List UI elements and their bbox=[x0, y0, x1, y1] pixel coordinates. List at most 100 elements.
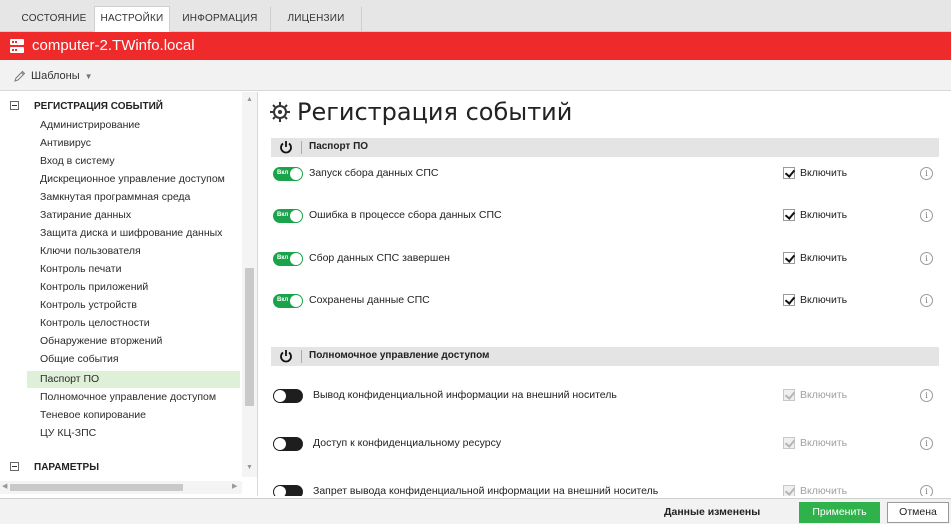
tree-item-device-control[interactable]: Контроль устройств bbox=[40, 299, 137, 311]
collapse-icon[interactable] bbox=[10, 462, 19, 471]
event-label: Запуск сбора данных СПС bbox=[309, 167, 439, 179]
event-label: Ошибка в процессе сбора данных СПС bbox=[309, 209, 502, 221]
tree-item-software-passport[interactable]: Паспорт ПО bbox=[27, 371, 240, 388]
tree-item-mandatory-access[interactable]: Полномочное управление доступом bbox=[40, 391, 216, 403]
scrollbar-thumb[interactable] bbox=[10, 484, 183, 491]
cancel-button[interactable]: Отмена bbox=[887, 502, 949, 523]
enable-checkbox[interactable] bbox=[783, 485, 795, 496]
apply-button[interactable]: Применить bbox=[799, 502, 880, 523]
tree-item-integrity-control[interactable]: Контроль целостности bbox=[40, 317, 150, 329]
event-row: Вкл Сбор данных СПС завершен Включить i bbox=[271, 249, 939, 269]
checkbox-label: Включить bbox=[800, 294, 848, 306]
enable-checkbox[interactable] bbox=[783, 167, 795, 179]
scroll-down-icon[interactable]: ▼ bbox=[246, 464, 253, 471]
info-icon[interactable]: i bbox=[920, 389, 933, 402]
navigation-tree: РЕГИСТРАЦИЯ СОБЫТИЙ Администрирование Ан… bbox=[0, 92, 258, 496]
event-row: Вкл Ошибка в процессе сбора данных СПС В… bbox=[271, 206, 939, 226]
host-name: computer-2.TWinfo.local bbox=[32, 37, 195, 54]
top-tab-bar: СОСТОЯНИЕ НАСТРОЙКИ ИНФОРМАЦИЯ ЛИЦЕНЗИИ bbox=[0, 0, 951, 32]
tree-item-disk-encryption[interactable]: Защита диска и шифрование данных bbox=[40, 227, 222, 239]
toolbar: Шаблоны ▼ bbox=[0, 60, 951, 91]
event-label: Доступ к конфиденциальному ресурсу bbox=[313, 437, 502, 449]
enable-checkbox[interactable] bbox=[783, 209, 795, 221]
tree-group-event-logging[interactable]: РЕГИСТРАЦИЯ СОБЫТИЙ bbox=[10, 100, 163, 112]
tree-item-discretionary-access[interactable]: Дискреционное управление доступом bbox=[40, 173, 225, 185]
tree-item-logon[interactable]: Вход в систему bbox=[40, 155, 115, 167]
checkbox-label: Включить bbox=[800, 209, 848, 221]
event-log-icon bbox=[270, 102, 290, 122]
info-icon[interactable]: i bbox=[920, 437, 933, 450]
event-label: Вывод конфиденциальной информации на вне… bbox=[313, 389, 617, 401]
tree-vertical-scrollbar[interactable]: ▲ ▼ bbox=[242, 92, 257, 477]
enable-toggle[interactable]: Вкл bbox=[273, 209, 303, 223]
tab-status[interactable]: СОСТОЯНИЕ bbox=[14, 6, 94, 32]
tree-item-closed-software-environment[interactable]: Замкнутая программная среда bbox=[40, 191, 190, 203]
power-icon[interactable] bbox=[278, 139, 294, 155]
page-title: Регистрация событий bbox=[269, 98, 572, 126]
tab-information[interactable]: ИНФОРМАЦИЯ bbox=[170, 6, 270, 32]
tree-item-general-events[interactable]: Общие события bbox=[40, 353, 119, 365]
tree-item-antivirus[interactable]: Антивирус bbox=[40, 137, 91, 149]
tree-item-data-wiping[interactable]: Затирание данных bbox=[40, 209, 131, 221]
info-icon[interactable]: i bbox=[920, 485, 933, 496]
checkbox-label: Включить bbox=[800, 167, 848, 179]
enable-toggle[interactable] bbox=[273, 485, 303, 496]
enable-checkbox[interactable] bbox=[783, 437, 795, 449]
host-bar: computer-2.TWinfo.local bbox=[0, 32, 951, 60]
checkbox-label: Включить bbox=[800, 437, 848, 449]
section-header-mandatory-access[interactable]: Полномочное управление доступом bbox=[271, 347, 939, 366]
tree-group-parameters[interactable]: ПАРАМЕТРЫ bbox=[10, 461, 99, 473]
event-row: Доступ к конфиденциальному ресурсу Включ… bbox=[271, 434, 939, 454]
tree-item-administration[interactable]: Администрирование bbox=[40, 119, 140, 131]
settings-panel: Регистрация событий Паспорт ПО Вкл Запус… bbox=[259, 92, 951, 496]
event-row: Вкл Сохранены данные СПС Включить i bbox=[271, 291, 939, 311]
event-label: Сбор данных СПС завершен bbox=[309, 252, 450, 264]
tree-item-print-control[interactable]: Контроль печати bbox=[40, 263, 121, 275]
section-header-software-passport[interactable]: Паспорт ПО bbox=[271, 138, 939, 157]
divider bbox=[301, 350, 302, 363]
tab-settings[interactable]: НАСТРОЙКИ bbox=[94, 6, 170, 32]
event-row: Запрет вывода конфиденциальной информаци… bbox=[271, 482, 939, 496]
section-title: Полномочное управление доступом bbox=[309, 350, 490, 361]
scroll-up-icon[interactable]: ▲ bbox=[246, 96, 253, 103]
collapse-icon[interactable] bbox=[10, 101, 19, 110]
enable-checkbox[interactable] bbox=[783, 389, 795, 401]
event-label: Сохранены данные СПС bbox=[309, 294, 430, 306]
tree-item-intrusion-detection[interactable]: Обнаружение вторжений bbox=[40, 335, 162, 347]
info-icon[interactable]: i bbox=[920, 294, 933, 307]
tab-licenses[interactable]: ЛИЦЕНЗИИ bbox=[270, 6, 362, 32]
templates-button[interactable]: Шаблоны ▼ bbox=[14, 67, 93, 85]
tree-item-cu-kc-zps[interactable]: ЦУ КЦ-ЗПС bbox=[40, 427, 96, 439]
info-icon[interactable]: i bbox=[920, 167, 933, 180]
chevron-down-icon: ▼ bbox=[84, 71, 93, 81]
tree-item-application-control[interactable]: Контроль приложений bbox=[40, 281, 148, 293]
info-icon[interactable]: i bbox=[920, 209, 933, 222]
divider bbox=[301, 141, 302, 154]
power-icon[interactable] bbox=[278, 348, 294, 364]
event-label: Запрет вывода конфиденциальной информаци… bbox=[313, 485, 659, 496]
checkbox-label: Включить bbox=[800, 485, 848, 496]
enable-toggle[interactable] bbox=[273, 389, 303, 403]
tree-item-shadow-copy[interactable]: Теневое копирование bbox=[40, 409, 146, 421]
status-bar: Данные изменены Применить Отмена bbox=[0, 498, 951, 524]
event-row: Вывод конфиденциальной информации на вне… bbox=[271, 386, 939, 406]
scroll-right-icon[interactable]: ▶ bbox=[232, 482, 237, 490]
templates-label: Шаблоны bbox=[31, 70, 80, 82]
scroll-left-icon[interactable]: ◀ bbox=[2, 482, 7, 490]
section-title: Паспорт ПО bbox=[309, 141, 369, 152]
enable-toggle[interactable] bbox=[273, 437, 303, 451]
tree-item-user-keys[interactable]: Ключи пользователя bbox=[40, 245, 141, 257]
checkbox-label: Включить bbox=[800, 252, 848, 264]
enable-checkbox[interactable] bbox=[783, 252, 795, 264]
enable-toggle[interactable]: Вкл bbox=[273, 294, 303, 308]
server-icon bbox=[10, 39, 24, 53]
tree-horizontal-scrollbar[interactable]: ◀ ▶ bbox=[0, 481, 242, 494]
scrollbar-thumb[interactable] bbox=[245, 268, 254, 406]
info-icon[interactable]: i bbox=[920, 252, 933, 265]
enable-toggle[interactable]: Вкл bbox=[273, 167, 303, 181]
enable-toggle[interactable]: Вкл bbox=[273, 252, 303, 266]
enable-checkbox[interactable] bbox=[783, 294, 795, 306]
checkbox-label: Включить bbox=[800, 389, 848, 401]
pencil-icon bbox=[14, 70, 26, 82]
status-text: Данные изменены bbox=[664, 506, 761, 518]
